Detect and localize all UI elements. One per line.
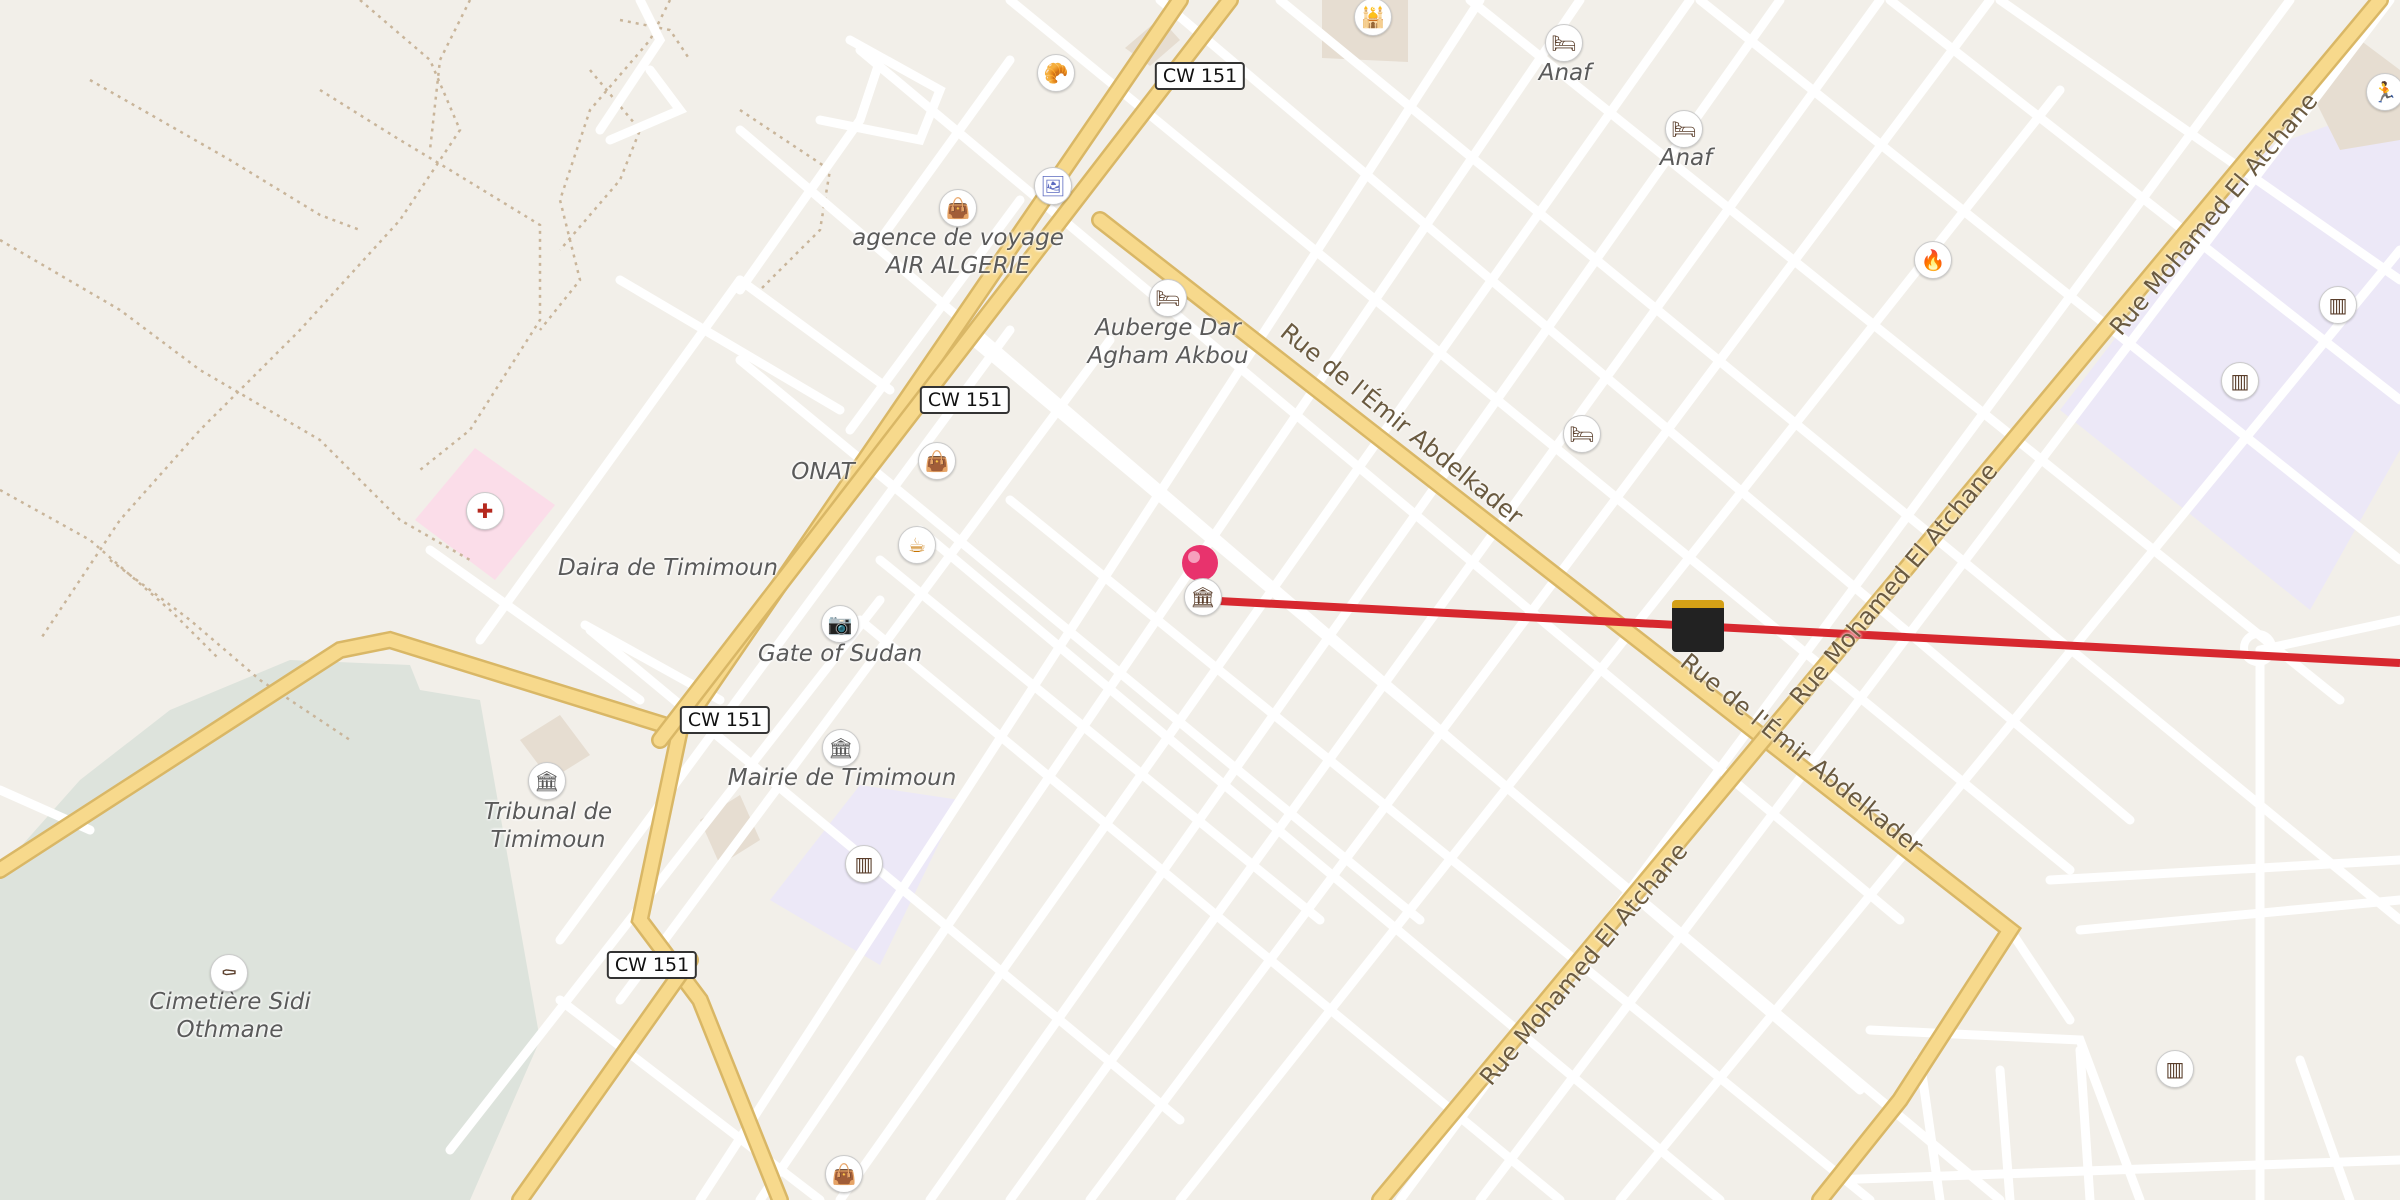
hospital-icon[interactable]: ✚ — [466, 492, 504, 530]
townhall-icon[interactable]: 🏛 — [528, 762, 566, 800]
school-icon[interactable]: ▥ — [2156, 1050, 2194, 1088]
place-label-mairie[interactable]: Mairie de Timimoun — [728, 764, 957, 792]
school-icon[interactable]: ▥ — [2221, 362, 2259, 400]
cafe-icon[interactable]: ☕ — [898, 526, 936, 564]
place-label-onat[interactable]: ONAT — [791, 458, 854, 486]
shopping-bag-icon[interactable]: 👜 — [939, 189, 977, 227]
townhall-icon[interactable]: 🏛 — [822, 729, 860, 767]
school-icon[interactable]: ▥ — [845, 845, 883, 883]
camera-icon[interactable]: 📷 — [821, 605, 859, 643]
shopping-bag-icon[interactable]: 👜 — [825, 1155, 863, 1193]
monument-icon[interactable]: 🏛 — [1184, 578, 1222, 616]
map-view[interactable]: Rue de l'Émir Abdelkader Rue de l'Émir A… — [0, 0, 2400, 1200]
place-label-anaf-1[interactable]: Anaf — [1539, 59, 1592, 87]
place-label-tribunal[interactable]: Tribunal de Timimoun — [484, 798, 612, 854]
place-label-daira[interactable]: Daira de Timimoun — [558, 554, 778, 582]
cemetery-icon[interactable]: ⚰ — [210, 954, 248, 992]
hotel-icon[interactable]: 🛏 — [1545, 24, 1583, 62]
road-shield-cw151-bottom: CW 151 — [606, 951, 698, 979]
place-label-gate-of-sudan[interactable]: Gate of Sudan — [758, 640, 922, 668]
road-shield-cw151-north: CW 151 — [1154, 62, 1246, 90]
road-shield-cw151-south: CW 151 — [679, 706, 771, 734]
hotel-icon[interactable]: 🛏 — [1665, 110, 1703, 148]
dirt-tracks — [0, 0, 832, 742]
shopping-bag-icon[interactable]: 👜 — [918, 442, 956, 480]
bakery-icon[interactable]: 🥐 — [1037, 54, 1075, 92]
place-label-air-algerie[interactable]: agence de voyage AIR ALGERIE — [852, 224, 1064, 280]
fire-station-icon[interactable]: 🔥 — [1914, 241, 1952, 279]
sports-icon[interactable]: 🏃 — [2366, 73, 2400, 111]
cemetery-area — [0, 660, 540, 1200]
hotel-icon[interactable]: 🛏 — [1563, 415, 1601, 453]
mosque-kaaba-icon[interactable] — [1672, 600, 1724, 652]
place-label-cimetiere[interactable]: Cimetière Sidi Othmane — [149, 988, 310, 1044]
gallery-icon[interactable]: 🖼 — [1034, 167, 1072, 205]
place-label-auberge[interactable]: Auberge Dar Agham Akbou — [1087, 314, 1248, 370]
hotel-icon[interactable]: 🛏 — [1149, 279, 1187, 317]
place-label-anaf-2[interactable]: Anaf — [1660, 144, 1713, 172]
school-icon[interactable]: ▥ — [2319, 286, 2357, 324]
road-shield-cw151-mid: CW 151 — [919, 386, 1011, 414]
